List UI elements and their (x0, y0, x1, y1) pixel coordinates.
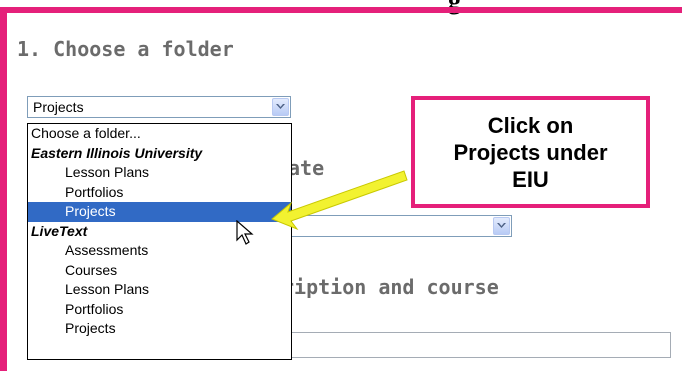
dropdown-option[interactable]: Choose a folder... (28, 124, 291, 144)
folder-select-value: Projects (33, 99, 84, 115)
callout-box: Click on Projects under EIU (411, 96, 650, 208)
dropdown-group-label: Eastern Illinois University (31, 144, 203, 161)
callout-text: Click on Projects under EIU (453, 112, 608, 192)
chevron-down-icon (276, 104, 285, 109)
mouse-pointer-icon (236, 220, 254, 245)
dropdown-option[interactable]: Courses (28, 261, 291, 281)
folder-select[interactable]: Projects (27, 96, 291, 118)
dropdown-option[interactable]: Portfolios (28, 183, 291, 203)
dropdown-option[interactable]: Portfolios (28, 300, 291, 320)
chevron-down-icon (497, 223, 506, 228)
dropdown-option[interactable]: Lesson Plans (28, 280, 291, 300)
step1-heading: 1. Choose a folder (17, 37, 234, 61)
dropdown-option[interactable]: Lesson Plans (28, 163, 291, 183)
step2-heading: ate (288, 156, 325, 180)
dropdown-option[interactable]: Projects (28, 202, 291, 222)
description-input[interactable] (290, 332, 671, 358)
dropdown-option[interactable]: Projects (28, 319, 291, 339)
folder-select-dropdown-button[interactable] (272, 98, 289, 116)
template-select-dropdown-button[interactable] (493, 217, 510, 235)
step3-heading: ription and course (282, 275, 499, 299)
